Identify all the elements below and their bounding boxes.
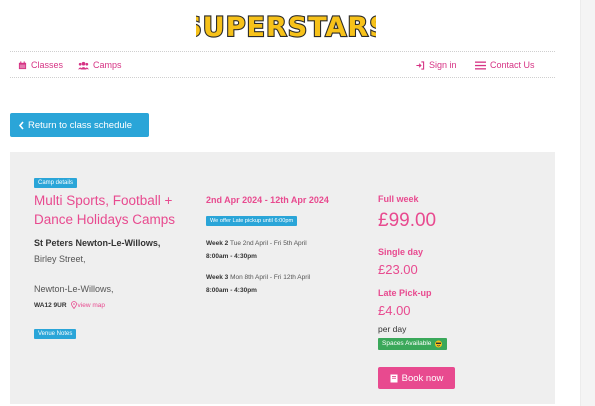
late-pickup-price: £4.00 xyxy=(378,303,411,318)
nav-classes[interactable]: Classes xyxy=(18,60,63,70)
week-3-time: 8:00am - 4:30pm xyxy=(206,287,257,294)
single-day-price: £23.00 xyxy=(378,262,418,277)
book-now-label: Book now xyxy=(401,372,444,384)
camp-details-badge: Camp details xyxy=(34,178,78,188)
week-3-range-row: Week 3 Mon 8th April - Fri 12th April xyxy=(206,274,310,281)
camp-dates: 2nd Apr 2024 - 12th Apr 2024 xyxy=(206,195,329,205)
spaces-available-label: Spaces Available xyxy=(382,340,432,347)
venue-name: St Peters Newton-Le-Willows, xyxy=(34,238,161,248)
camp-title-line1: Multi Sports, Football + xyxy=(34,193,173,208)
late-pickup-badge: We offer Late pickup until 6:00pm xyxy=(206,216,298,226)
venue-town: Newton-Le-Willows, xyxy=(34,284,114,294)
week-2-label: Week 2 xyxy=(206,240,229,247)
view-map-label: view map xyxy=(77,301,105,309)
single-day-label: Single day xyxy=(378,247,424,257)
return-to-schedule-label: Return to class schedule xyxy=(28,119,133,131)
venue-postcode-row: WA12 9UR view map xyxy=(34,301,105,309)
sign-in-icon xyxy=(416,60,425,70)
late-pickup-label: Late Pick-up xyxy=(378,288,432,298)
venue-postcode: WA12 9UR xyxy=(34,301,67,309)
superstars-logo[interactable]: SUPERSTARS xyxy=(196,6,376,46)
scrollbar-track[interactable] xyxy=(580,0,595,406)
return-to-schedule-button[interactable]: Return to class schedule xyxy=(10,113,149,137)
nav-classes-label: Classes xyxy=(31,60,64,70)
week-2-range-row: Week 2 Tue 2nd April - Fri 5th April xyxy=(206,240,307,247)
nav-sign-in[interactable]: Sign in xyxy=(415,60,457,70)
nav-camps[interactable]: Camps xyxy=(78,60,122,70)
camp-title-line2: Dance Holidays Camps xyxy=(34,212,176,227)
logo-text: SUPERSTARS xyxy=(196,12,376,43)
per-day-label: per day xyxy=(378,324,407,334)
calendar-icon xyxy=(18,60,27,69)
venue-notes-badge[interactable]: Venue Notes xyxy=(34,329,77,339)
view-map-link[interactable]: view map xyxy=(70,301,105,309)
spaces-available-badge: Spaces Available xyxy=(378,338,448,350)
week-2-time: 8:00am - 4:30pm xyxy=(206,253,257,260)
nav-contact[interactable]: Contact Us xyxy=(475,60,535,70)
full-week-label: Full week xyxy=(378,194,419,204)
menu-icon xyxy=(475,61,486,69)
emoji-icon xyxy=(435,340,443,348)
book-now-button[interactable]: Book now xyxy=(378,367,455,389)
week-2-range: Tue 2nd April - Fri 5th April xyxy=(230,240,307,247)
book-icon xyxy=(390,374,398,382)
week-3-label: Week 3 xyxy=(206,274,229,281)
nav-sign-in-label: Sign in xyxy=(429,60,457,70)
map-pin-icon xyxy=(70,301,77,309)
venue-street: Birley Street, xyxy=(34,254,86,264)
nav-camps-label: Camps xyxy=(93,60,122,70)
week-3-range: Mon 8th April - Fri 12th April xyxy=(230,274,311,281)
users-icon xyxy=(78,61,89,70)
main-nav: Classes Camps Sign in Contact Us xyxy=(10,51,555,78)
nav-contact-label: Contact Us xyxy=(490,60,535,70)
chevron-left-icon xyxy=(18,120,24,130)
full-week-price: £99.00 xyxy=(378,210,437,231)
